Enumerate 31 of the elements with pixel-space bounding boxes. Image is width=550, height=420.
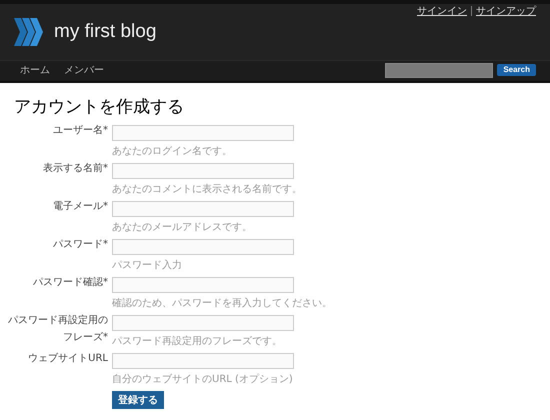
header-link[interactable]: サインイン (417, 4, 467, 18)
field-label: パスワード* (52, 238, 108, 252)
field-label: パスワード確認* (32, 276, 108, 290)
blog-title: my first blog (54, 21, 156, 43)
help-text: 確認のため、パスワードを再入力してください。 (112, 296, 332, 310)
page-title: アカウントを作成する (14, 96, 185, 118)
help-text: パスワード再設定用のフレーズです。 (112, 334, 282, 348)
search-button[interactable]: Search (497, 64, 536, 76)
field-label: ユーザー名* (52, 124, 108, 138)
input-field[interactable] (112, 352, 294, 368)
register-button[interactable]: 登録する (112, 391, 164, 409)
field-label: 表示する名前* (42, 162, 108, 176)
field-label: ウェブサイトURL (27, 352, 108, 366)
nav-link[interactable]: メンバー (64, 63, 104, 77)
input-field[interactable] (112, 276, 294, 292)
input-field[interactable] (112, 200, 294, 216)
input-field[interactable] (112, 124, 294, 140)
help-text: あなたのコメントに表示される名前です。 (112, 182, 302, 196)
field-label: 電子メール* (52, 200, 108, 214)
input-field[interactable] (112, 238, 294, 254)
field-label: パスワード再設定用のフレーズ* (7, 314, 108, 345)
help-text: 自分のウェブサイトのURL (オプション) (112, 372, 293, 386)
search-field[interactable] (385, 62, 494, 78)
header-link[interactable]: サインアップ (476, 4, 536, 18)
input-field[interactable] (112, 162, 294, 178)
help-text: あなたのログイン名です。 (112, 145, 232, 158)
chevrons-icon (14, 18, 44, 46)
help-text: パスワード入力 (112, 258, 182, 272)
input-field[interactable] (112, 314, 294, 330)
help-text: あなたのメールアドレスです。 (112, 221, 252, 234)
nav-link[interactable]: ホーム (20, 63, 50, 77)
